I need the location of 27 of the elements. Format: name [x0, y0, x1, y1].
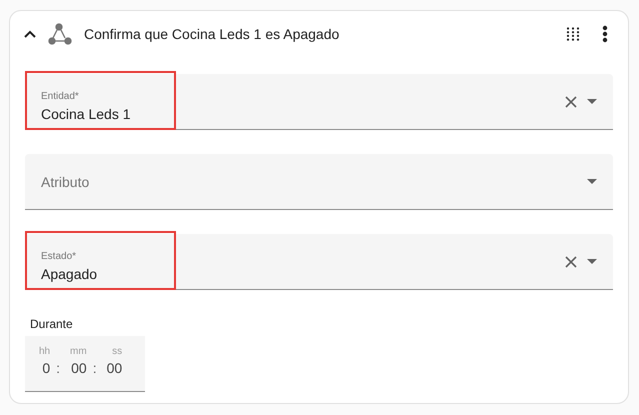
field-label: Entidad*	[41, 91, 80, 102]
time-separator: :	[92, 360, 97, 376]
unit-label: mm	[70, 346, 87, 357]
drag-handle-icon[interactable]	[566, 27, 580, 41]
unit-label: hh	[39, 346, 50, 357]
time-value: 0	[42, 360, 50, 376]
time-value: 00	[106, 360, 122, 376]
card-title: Confirma que Cocina Leds 1 es Apagado	[84, 26, 340, 42]
duration-field[interactable]: hh 0 : mm 00 : ss 00	[25, 336, 145, 392]
select-field[interactable]: Atributo	[25, 154, 613, 210]
node-graph-icon	[48, 23, 72, 45]
clear-icon[interactable]	[565, 256, 577, 268]
dropdown-icon[interactable]	[587, 259, 597, 264]
field-label: Estado*	[41, 251, 78, 262]
field-value: Apagado	[41, 266, 98, 282]
duration-label: Durante	[30, 317, 74, 331]
time-separator: :	[56, 360, 60, 376]
dropdown-icon[interactable]	[587, 179, 597, 184]
clear-icon[interactable]	[565, 96, 577, 108]
field-value: Cocina Leds 1	[41, 106, 132, 122]
field-placeholder: Atributo	[41, 174, 90, 190]
select-field[interactable]: Estado* Apagado	[25, 234, 613, 290]
unit-label: ss	[112, 346, 122, 357]
time-value: 00	[71, 360, 87, 376]
dropdown-icon[interactable]	[587, 99, 597, 104]
select-field[interactable]: Entidad* Cocina Leds 1	[25, 74, 613, 130]
more-icon[interactable]	[602, 25, 608, 43]
